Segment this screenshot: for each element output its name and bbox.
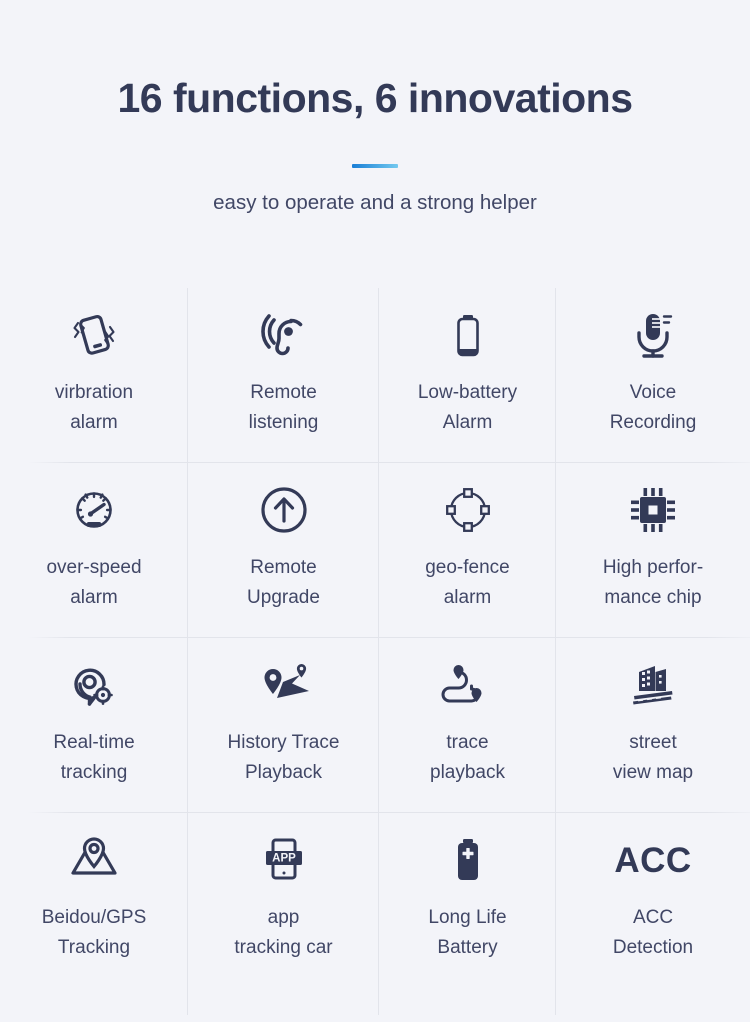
feature-cell-over-speed-alarm[interactable]: over-speed alarm xyxy=(0,463,188,638)
circle-up-arrow-icon xyxy=(257,479,311,541)
page-header: 16 functions, 6 innovations easy to oper… xyxy=(0,0,750,215)
accent-divider xyxy=(352,164,398,168)
page-subtitle: easy to operate and a strong helper xyxy=(213,191,537,214)
feature-label: virbration alarm xyxy=(54,382,134,434)
feature-row-4: Beidou/GPS Tracking APP app tracking car xyxy=(0,813,750,1015)
feature-row-2: over-speed alarm Remote Upgrade geo-fenc… xyxy=(0,463,750,638)
microphone-icon xyxy=(626,304,680,366)
feature-label: over-speed alarm xyxy=(46,557,142,609)
route-trace-icon xyxy=(440,654,496,716)
feature-cell-voice-recording[interactable]: Voice Recording xyxy=(556,288,750,463)
geo-fence-circle-icon xyxy=(442,479,494,541)
acc-text-icon: ACC xyxy=(614,829,691,891)
feature-label: Real-time tracking xyxy=(53,732,135,784)
feature-cell-history-trace-playback[interactable]: History Trace Playback xyxy=(188,638,379,813)
feature-label: Long Life Battery xyxy=(428,907,507,959)
feature-cell-virbration-alarm[interactable]: virbration alarm xyxy=(0,288,188,463)
feature-label: Remote Upgrade xyxy=(247,557,320,609)
feature-cell-acc-detection[interactable]: ACC ACC Detection xyxy=(556,813,750,1015)
feature-label: Voice Recording xyxy=(609,382,697,434)
phone-app-icon: APP xyxy=(259,829,309,891)
location-target-icon xyxy=(67,654,121,716)
vibrating-phone-icon xyxy=(66,304,122,366)
map-pin-fold-icon xyxy=(65,829,123,891)
feature-grid: virbration alarm Remote listening Low-ba… xyxy=(0,288,750,1015)
feature-label: ACC Detection xyxy=(612,907,694,959)
feature-cell-app-tracking-car[interactable]: APP app tracking car xyxy=(188,813,379,1015)
full-battery-plus-icon xyxy=(443,829,493,891)
feature-label: Beidou/GPS Tracking xyxy=(41,907,147,959)
feature-cell-trace-playback[interactable]: trace playback xyxy=(379,638,556,813)
feature-label: app tracking car xyxy=(234,907,333,959)
feature-label: Remote listening xyxy=(248,382,319,434)
feature-cell-long-life-battery[interactable]: Long Life Battery xyxy=(379,813,556,1015)
feature-label: History Trace Playback xyxy=(227,732,340,784)
low-battery-icon xyxy=(443,304,493,366)
feature-cell-geo-fence-alarm[interactable]: geo-fence alarm xyxy=(379,463,556,638)
cpu-chip-icon xyxy=(627,479,679,541)
ear-listening-icon xyxy=(258,304,310,366)
feature-cell-remote-upgrade[interactable]: Remote Upgrade xyxy=(188,463,379,638)
feature-cell-remote-listening[interactable]: Remote listening xyxy=(188,288,379,463)
feature-row-3: Real-time tracking History Trace Playbac… xyxy=(0,638,750,813)
feature-label: trace playback xyxy=(430,732,505,784)
feature-showcase-page: 16 functions, 6 innovations easy to oper… xyxy=(0,0,750,1022)
feature-label: geo-fence alarm xyxy=(425,557,510,609)
feature-label: street view map xyxy=(612,732,694,784)
feature-row-1: virbration alarm Remote listening Low-ba… xyxy=(0,288,750,463)
app-glyph-text: APP xyxy=(272,853,296,865)
feature-label: High perfor- mance chip xyxy=(602,557,704,609)
acc-glyph-text: ACC xyxy=(614,840,692,880)
speedometer-icon xyxy=(67,479,121,541)
map-route-pins-icon xyxy=(253,654,315,716)
feature-cell-high-performance-chip[interactable]: High perfor- mance chip xyxy=(556,463,750,638)
page-title: 16 functions, 6 innovations xyxy=(117,75,633,121)
feature-cell-low-battery-alarm[interactable]: Low-battery Alarm xyxy=(379,288,556,463)
feature-cell-street-view-map[interactable]: street view map xyxy=(556,638,750,813)
feature-label: Low-battery Alarm xyxy=(417,382,518,434)
buildings-street-icon xyxy=(625,654,681,716)
feature-cell-real-time-tracking[interactable]: Real-time tracking xyxy=(0,638,188,813)
feature-cell-beidou-gps-tracking[interactable]: Beidou/GPS Tracking xyxy=(0,813,188,1015)
